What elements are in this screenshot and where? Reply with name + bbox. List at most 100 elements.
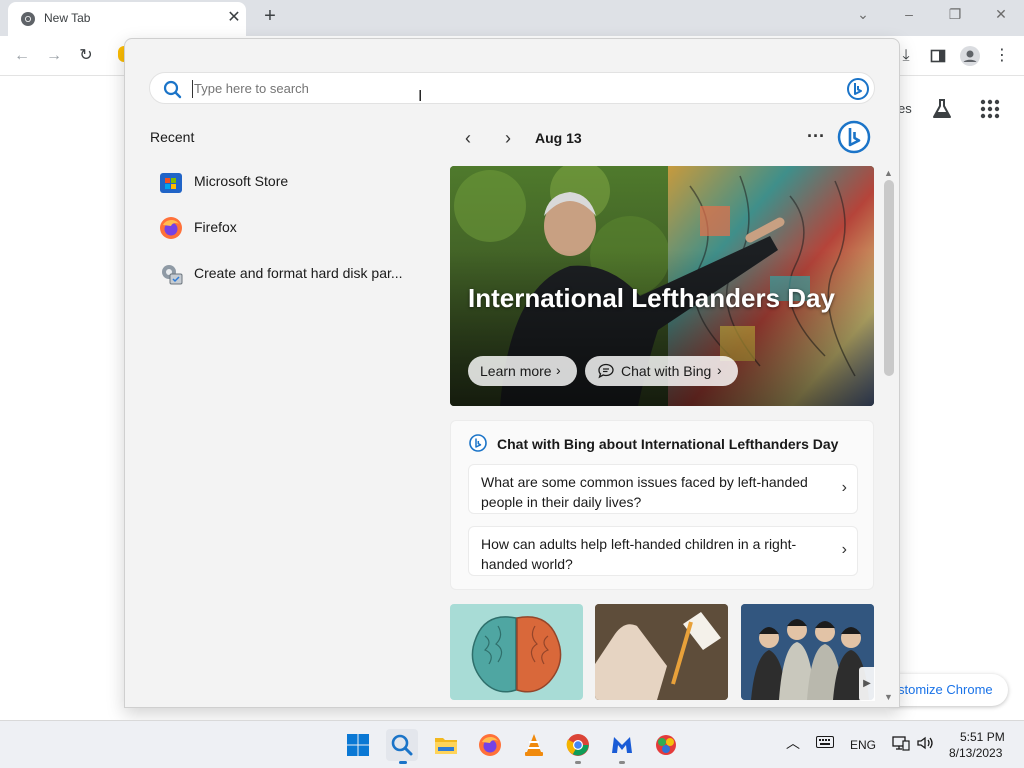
band-photo-image [741,604,874,700]
paint-app-taskbar-button[interactable] [650,729,682,761]
firefox-icon [160,217,182,239]
scrollbar[interactable]: ▲ ▼ [881,166,897,706]
folder-icon [435,738,457,754]
bing-question-card[interactable]: How can adults help left-handed children… [468,526,858,576]
hero-card[interactable]: International Lefthanders Day Learn more… [450,166,874,406]
windows-icon [347,734,369,756]
thumbnail-band[interactable] [741,604,874,700]
bing-logo-icon[interactable] [837,120,871,154]
keyboard-icon[interactable] [816,735,834,752]
chevron-right-icon[interactable]: › [495,125,521,151]
search-icon [163,80,182,99]
chevron-right-icon: › [841,479,847,496]
plus-icon[interactable]: + [258,4,282,28]
minimize-icon[interactable]: – [897,4,921,24]
tab-strip: New Tab ✕ + ⌄ – ❐ ✕ [0,0,1024,36]
firefox-icon [479,734,501,756]
running-indicator [619,761,625,764]
recent-item-label: Create and format hard disk par... [194,265,403,281]
vlc-icon [525,734,543,756]
chat-bubble-icon [598,363,614,379]
recent-item-microsoft-store[interactable]: Microsoft Store [149,164,429,198]
recent-item-label: Microsoft Store [194,173,289,189]
highlights-date: Aug 13 [535,130,582,146]
chevron-right-icon: › [717,362,722,378]
bing-question-card[interactable]: What are some common issues faced by lef… [468,464,858,514]
volume-icon[interactable] [916,735,934,754]
search-icon [391,734,413,756]
file-explorer-button[interactable] [430,729,462,761]
firefox-taskbar-button[interactable] [474,729,506,761]
bing-chat-heading-text: Chat with Bing about International Lefth… [497,436,839,452]
thumbnail-brain[interactable] [450,604,583,700]
scroll-down-icon[interactable]: ▼ [884,692,893,702]
recent-item-firefox[interactable]: Firefox [149,210,429,244]
chrome-icon [21,12,35,26]
chevron-down-icon[interactable]: ⌄ [851,4,875,24]
recent-item-label: Firefox [194,219,237,235]
tab-new-tab[interactable]: New Tab ✕ [8,2,246,36]
start-button[interactable] [342,729,374,761]
back-icon[interactable]: ← [10,44,34,68]
restore-icon[interactable]: ❐ [943,4,967,24]
search-input[interactable]: Type here to search [194,81,309,96]
reload-icon[interactable]: ↻ [74,44,98,68]
profile-avatar-icon[interactable] [958,44,982,68]
clock-date[interactable]: 8/13/2023 [949,746,1002,760]
clock-time[interactable]: 5:51 PM [960,730,1005,744]
chevron-right-icon: › [556,362,561,378]
text-caret [192,80,193,98]
recent-heading: Recent [150,129,195,145]
bing-question-text: What are some common issues faced by lef… [481,474,808,510]
highlights-date-nav: ‹ › Aug 13 ··· [451,125,871,151]
hand-image [595,604,728,700]
chat-with-bing-button[interactable]: Chat with Bing › [585,356,738,386]
chrome-taskbar-button[interactable] [562,729,594,761]
scrollbar-thumb[interactable] [884,180,894,376]
chevron-right-icon: › [841,541,847,558]
bing-chat-icon [469,434,487,452]
forward-icon[interactable]: → [42,44,66,68]
paint-icon [656,735,676,755]
labs-icon[interactable] [930,97,954,123]
malwarebytes-icon [612,737,632,753]
vlc-taskbar-button[interactable] [518,729,550,761]
tab-title: New Tab [44,11,91,25]
active-indicator [399,761,407,764]
chat-with-bing-label: Chat with Bing [621,363,712,379]
apps-grid-icon[interactable] [978,97,1002,123]
side-panel-icon[interactable] [926,44,950,68]
brain-image [471,616,562,693]
menu-icon[interactable]: ⋮ [990,44,1014,68]
malwarebytes-taskbar-button[interactable] [606,729,638,761]
bing-chat-heading: Chat with Bing about International Lefth… [469,434,839,452]
chevron-up-icon[interactable]: ︿ [786,733,800,753]
search-box[interactable]: Type here to search [149,72,875,104]
close-window-icon[interactable]: ✕ [989,4,1013,24]
text-cursor-icon: I [418,88,423,105]
search-flyout: Type here to search I Recent Microsoft S… [124,38,900,708]
close-icon[interactable]: ✕ [224,8,244,28]
running-indicator [575,761,581,764]
ntp-link-partial[interactable]: es [898,101,912,127]
bing-chat-icon[interactable] [846,77,870,101]
chrome-icon [566,734,589,756]
search-taskbar-button[interactable] [386,729,418,761]
taskbar: ︿ ENG 5:51 PM 8/13/2023 [0,720,1024,768]
thumbnail-hand[interactable] [595,604,728,700]
bing-chat-card: Chat with Bing about International Lefth… [450,420,874,590]
microsoft-store-icon [160,173,182,193]
more-options-icon[interactable]: ··· [803,125,829,151]
carousel-next-icon[interactable]: ▶ [859,667,875,701]
customize-chrome-label: stomize Chrome [898,682,993,697]
bing-question-text: How can adults help left-handed children… [481,536,797,572]
learn-more-button[interactable]: Learn more › [468,356,577,386]
recent-item-disk-management[interactable]: Create and format hard disk par... [149,256,429,290]
hero-title: International Lefthanders Day [468,283,835,313]
scroll-up-icon[interactable]: ▲ [884,168,893,178]
disk-management-icon [162,265,183,285]
learn-more-label: Learn more [480,363,552,379]
chevron-left-icon[interactable]: ‹ [455,125,481,151]
language-indicator[interactable]: ENG [850,738,876,752]
network-icon[interactable] [892,735,910,754]
